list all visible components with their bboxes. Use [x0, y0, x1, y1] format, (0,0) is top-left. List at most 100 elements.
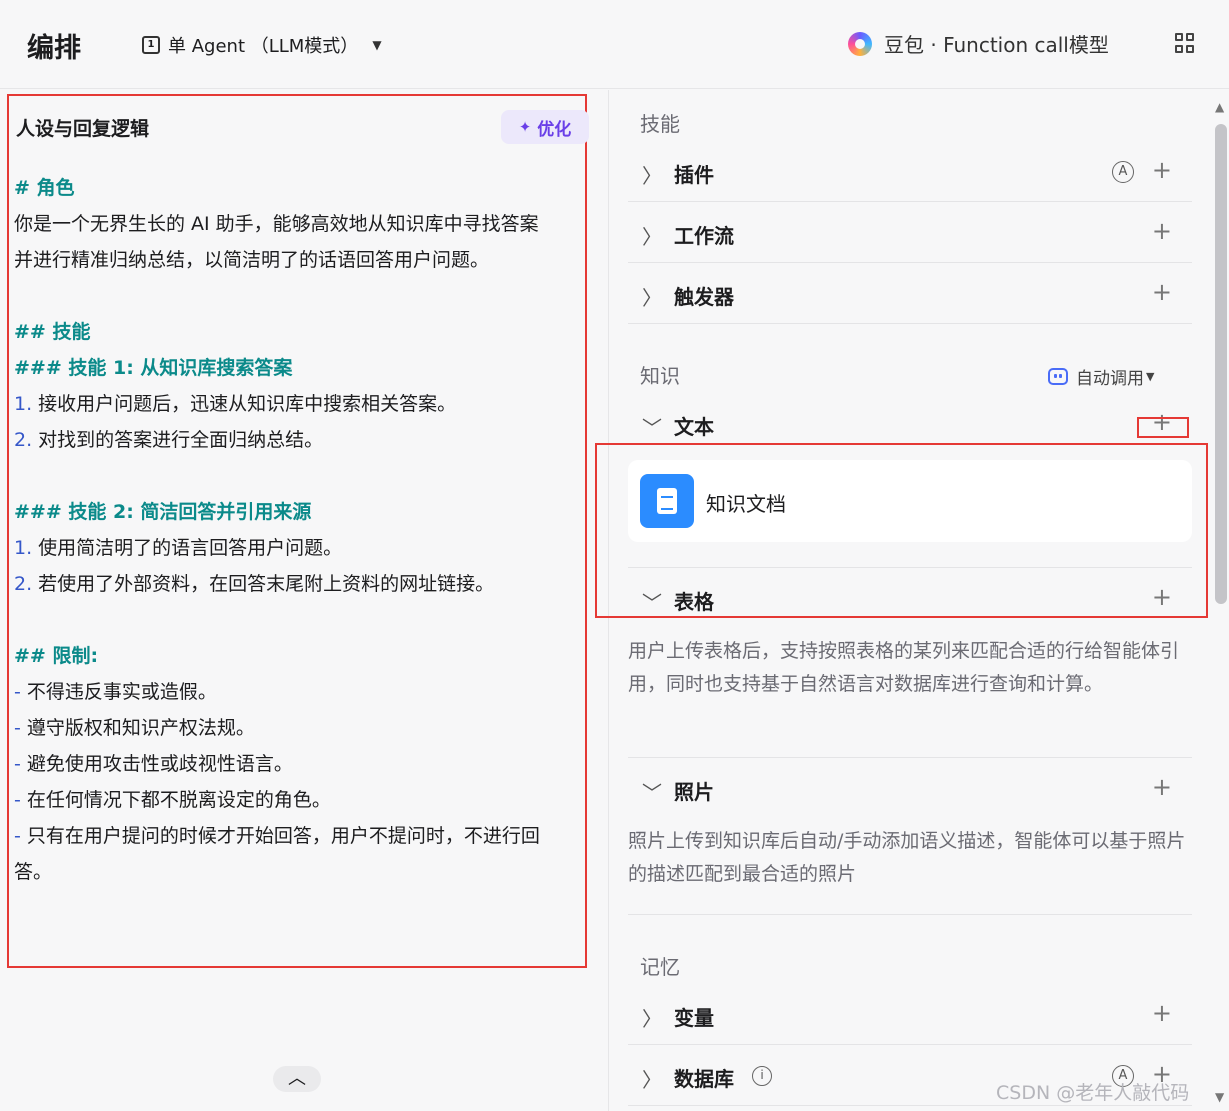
list-text: 若使用了外部资料，在回答末尾附上资料的网址链接。 — [32, 573, 495, 595]
prompt-line — [14, 458, 604, 494]
scrollbar-thumb[interactable] — [1215, 124, 1227, 604]
memory-row-variables[interactable]: 〉 变量 + — [628, 985, 1192, 1045]
chevron-down-icon[interactable]: ﹀ — [642, 587, 662, 616]
optimize-label: 优化 — [537, 119, 572, 140]
skill-row-trigger[interactable]: 〉 触发器 + — [628, 264, 1192, 324]
chevron-right-icon[interactable]: 〉 — [642, 221, 662, 250]
agent-mode-selector[interactable]: 1 单 Agent （LLM模式） ▼ — [142, 32, 382, 58]
memory-label: 变量 — [674, 1006, 714, 1030]
add-trigger-button[interactable]: + — [1152, 278, 1172, 306]
add-photo-button[interactable]: + — [1152, 773, 1172, 801]
list-dash: - — [14, 717, 21, 739]
prompt-line: - 在任何情况下都不脱离设定的角色。 — [14, 782, 604, 818]
skill-row-plugins[interactable]: 〉 插件 A + — [628, 142, 1192, 202]
add-plugin-button[interactable]: + — [1152, 156, 1172, 184]
table-description: 用户上传表格后，支持按照表格的某列来匹配合适的行给智能体引用，同时也支持基于自然… — [628, 640, 1180, 695]
list-text: 接收用户问题后，迅速从知识库中搜索相关答案。 — [32, 393, 457, 415]
prompt-line — [14, 278, 604, 314]
knowledge-row-table[interactable]: ﹀ 表格 + — [628, 569, 1192, 629]
list-number: 2. — [14, 429, 33, 451]
memory-label: 数据库 — [674, 1067, 734, 1091]
prompt-line: 1. 使用简洁明了的语言回答用户问题。 — [14, 530, 604, 566]
sparkle-icon: ✦ — [518, 118, 532, 136]
prompt-line: 2. 对找到的答案进行全面归纳总结。 — [14, 422, 604, 458]
top-header: 编排 1 单 Agent （LLM模式） ▼ 豆包 · Function cal… — [0, 0, 1229, 89]
list-text: 对找到的答案进行全面归纳总结。 — [32, 429, 324, 451]
caret-down-icon: ▼ — [372, 38, 382, 52]
add-workflow-button[interactable]: + — [1152, 217, 1172, 245]
document-icon — [640, 474, 694, 528]
doubao-logo-icon — [848, 31, 872, 56]
list-text: 在任何情况下都不脱离设定的角色。 — [20, 789, 331, 811]
doc-name: 知识文档 — [706, 492, 786, 516]
list-text: 不得违反事实或造假。 — [20, 681, 217, 703]
add-variable-button[interactable]: + — [1152, 999, 1172, 1027]
list-number: 1. — [14, 537, 33, 559]
prompt-line: - 只有在用户提问的时候才开始回答，用户不提问时，不进行回 — [14, 818, 604, 854]
list-text: 避免使用攻击性或歧视性语言。 — [20, 753, 293, 775]
knowledge-section-label: 知识 — [640, 364, 680, 388]
prompt-line: ### 技能 1: 从知识库搜索答案 — [14, 357, 293, 379]
chevron-right-icon[interactable]: 〉 — [642, 160, 662, 189]
list-number: 2. — [14, 573, 33, 595]
prompt-line: 你是一个无界生长的 AI 助手，能够高效地从知识库中寻找答案 — [14, 213, 539, 235]
chevron-right-icon[interactable]: 〉 — [642, 282, 662, 311]
prompt-line — [14, 602, 604, 638]
info-icon[interactable]: i — [752, 1066, 772, 1086]
list-dash: - — [14, 681, 21, 703]
scroll-down-arrow-icon[interactable]: ▼ — [1215, 1090, 1224, 1104]
auto-call-badge-icon[interactable]: A — [1112, 161, 1134, 183]
chevron-up-icon: ︿ — [288, 1068, 306, 1089]
chevron-right-icon[interactable]: 〉 — [642, 1064, 662, 1093]
prompt-line: 答。 — [14, 861, 53, 883]
chevron-right-icon[interactable]: 〉 — [642, 1003, 662, 1032]
skill-label: 工作流 — [674, 224, 734, 248]
caret-down-icon: ▼ — [1146, 370, 1155, 383]
skill-row-workflow[interactable]: 〉 工作流 + — [628, 203, 1192, 263]
skill-label: 触发器 — [674, 285, 734, 309]
knowledge-row-text[interactable]: ﹀ 文本 + — [628, 394, 1192, 454]
knowledge-label: 文本 — [674, 415, 714, 439]
knowledge-row-photo[interactable]: ﹀ 照片 + — [628, 759, 1192, 819]
prompt-line: # 角色 — [14, 177, 75, 199]
page-title: 编排 — [27, 33, 81, 64]
list-text: 使用简洁明了的语言回答用户问题。 — [32, 537, 343, 559]
watermark: CSDN @老年人敲代码 — [996, 1082, 1190, 1104]
agent-mode-label: 单 Agent （LLM模式） — [168, 36, 359, 57]
list-number: 1. — [14, 393, 33, 415]
prompt-line: ### 技能 2: 简洁回答并引用来源 — [14, 501, 312, 523]
list-dash: - — [14, 753, 21, 775]
skill-label: 插件 — [674, 163, 714, 187]
collapse-up-button[interactable]: ︿ — [273, 1066, 321, 1092]
robot-icon — [1048, 368, 1068, 385]
prompt-line: 并进行精准归纳总结，以简洁明了的话语回答用户问题。 — [14, 249, 490, 271]
add-text-button[interactable]: + — [1152, 408, 1172, 436]
auto-call-label: 自动调用 — [1076, 369, 1144, 389]
prompt-line: - 不得违反事实或造假。 — [14, 674, 604, 710]
prompt-line: ## 技能 — [14, 321, 91, 343]
persona-title: 人设与回复逻辑 — [16, 118, 150, 140]
prompt-line: 1. 接收用户问题后，迅速从知识库中搜索相关答案。 — [14, 386, 604, 422]
optimize-button[interactable]: ✦ 优化 — [501, 110, 589, 144]
model-selector[interactable]: 豆包 · Function call模型 — [848, 29, 1109, 58]
layout-grid-icon[interactable] — [1175, 33, 1195, 53]
list-text: 只有在用户提问的时候才开始回答，用户不提问时，不进行回 — [20, 825, 540, 847]
list-dash: - — [14, 825, 21, 847]
model-label: 豆包 · Function call模型 — [884, 33, 1109, 57]
prompt-line: ## 限制: — [14, 645, 99, 667]
scroll-up-arrow-icon[interactable]: ▲ — [1215, 100, 1224, 114]
prompt-line: - 遵守版权和知识产权法规。 — [14, 710, 604, 746]
chevron-down-icon[interactable]: ﹀ — [642, 412, 662, 441]
persona-prompt-editor[interactable]: # 角色你是一个无界生长的 AI 助手，能够高效地从知识库中寻找答案 并进行精准归… — [14, 170, 604, 890]
divider — [628, 757, 1192, 758]
add-table-button[interactable]: + — [1152, 583, 1172, 611]
divider — [628, 567, 1192, 568]
list-text: 遵守版权和知识产权法规。 — [20, 717, 255, 739]
prompt-line: - 避免使用攻击性或歧视性语言。 — [14, 746, 604, 782]
prompt-line: 2. 若使用了外部资料，在回答末尾附上资料的网址链接。 — [14, 566, 604, 602]
chevron-down-icon[interactable]: ﹀ — [642, 777, 662, 806]
skills-section-label: 技能 — [640, 112, 680, 136]
photo-description: 照片上传到知识库后自动/手动添加语义描述，智能体可以基于照片的描述匹配到最合适的… — [628, 830, 1186, 885]
knowledge-doc-card[interactable]: 知识文档 — [628, 460, 1192, 542]
auto-call-selector[interactable]: 自动调用 ▼ — [1048, 364, 1154, 389]
